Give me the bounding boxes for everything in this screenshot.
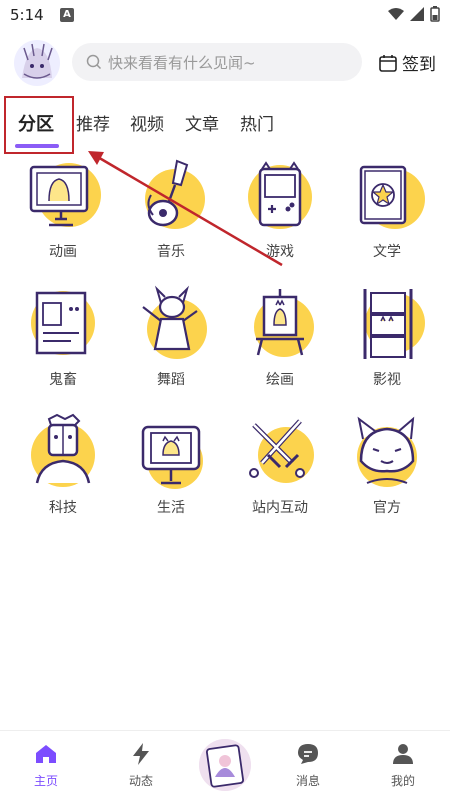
nav-home[interactable]: 主页	[16, 743, 76, 789]
nav-wode[interactable]: 我的	[373, 743, 433, 789]
category-label: 音乐	[157, 244, 185, 260]
category-yinyue[interactable]: 音乐	[121, 155, 221, 265]
category-label: 文学	[373, 244, 401, 260]
nav-center-avatar[interactable]	[199, 739, 251, 791]
nav-label: 我的	[390, 774, 415, 788]
category-donghua[interactable]: 动画	[13, 155, 113, 265]
poster-icon	[31, 291, 95, 355]
robot-icon	[31, 413, 95, 487]
nav-label: 主页	[33, 774, 58, 788]
mascot-icon	[357, 416, 417, 487]
message-icon	[298, 744, 318, 764]
guitar-icon	[145, 159, 205, 229]
dancer-icon	[142, 285, 207, 359]
book-icon	[359, 165, 425, 229]
nav-label: 消息	[295, 774, 320, 788]
search-icon	[86, 54, 102, 70]
signin-label: 签到	[402, 55, 436, 75]
monitor-icon	[29, 163, 101, 227]
category-label: 科技	[49, 500, 77, 516]
person-icon	[393, 744, 413, 764]
category-label: 动画	[49, 244, 77, 260]
status-bar: 5:14 A	[0, 0, 450, 30]
swords-icon	[249, 419, 314, 483]
category-label: 生活	[157, 500, 185, 516]
category-guanfang[interactable]: 官方	[337, 411, 437, 521]
category-yingshi[interactable]: 影视	[337, 283, 437, 393]
home-icon	[36, 745, 56, 763]
search-bar[interactable]: 快来看看有什么见闻~	[72, 43, 362, 81]
bottom-navigation: 主页 动态 消息 我的	[0, 730, 450, 800]
category-youxi[interactable]: 游戏	[230, 155, 330, 265]
battery-icon	[430, 6, 440, 22]
annotation-highlight-box	[4, 96, 74, 154]
nav-dongtai[interactable]: 动态	[111, 743, 171, 789]
wifi-icon	[388, 8, 404, 20]
top-header: 快来看看有什么见闻~ 签到	[0, 38, 450, 88]
category-label: 站内互动	[252, 500, 308, 516]
user-avatar[interactable]	[14, 40, 60, 86]
signin-button[interactable]: 签到	[378, 50, 436, 75]
camera-icon	[141, 425, 203, 489]
category-zhanneihudong[interactable]: 站内互动	[230, 411, 330, 521]
lightning-icon	[133, 743, 149, 765]
status-icons	[388, 6, 440, 22]
tab-shipin[interactable]: 视频	[130, 110, 164, 135]
gameboy-icon	[248, 161, 312, 229]
category-label: 鬼畜	[49, 372, 77, 388]
tab-wenzhang[interactable]: 文章	[185, 110, 219, 135]
category-label: 游戏	[266, 244, 294, 260]
film-icon	[363, 289, 425, 359]
status-time: 5:14	[10, 6, 44, 24]
easel-icon	[254, 289, 314, 357]
tab-tuijian[interactable]: 推荐	[76, 110, 110, 135]
category-shenghuo[interactable]: 生活	[121, 411, 221, 521]
nav-label: 动态	[128, 774, 153, 788]
category-keji[interactable]: 科技	[13, 411, 113, 521]
category-label: 舞蹈	[157, 372, 185, 388]
nav-xiaoxi[interactable]: 消息	[278, 743, 338, 789]
tab-remen[interactable]: 热门	[240, 110, 274, 135]
search-placeholder: 快来看看有什么见闻~	[108, 53, 256, 72]
calendar-icon	[379, 54, 397, 72]
category-label: 官方	[373, 500, 401, 516]
category-guichu[interactable]: 鬼畜	[13, 283, 113, 393]
category-label: 绘画	[266, 372, 294, 388]
notification-icon: A	[60, 8, 74, 22]
signal-icon	[410, 7, 424, 21]
category-label: 影视	[373, 372, 401, 388]
category-huihua[interactable]: 绘画	[230, 283, 330, 393]
category-wenxue[interactable]: 文学	[337, 155, 437, 265]
category-wudao[interactable]: 舞蹈	[121, 283, 221, 393]
